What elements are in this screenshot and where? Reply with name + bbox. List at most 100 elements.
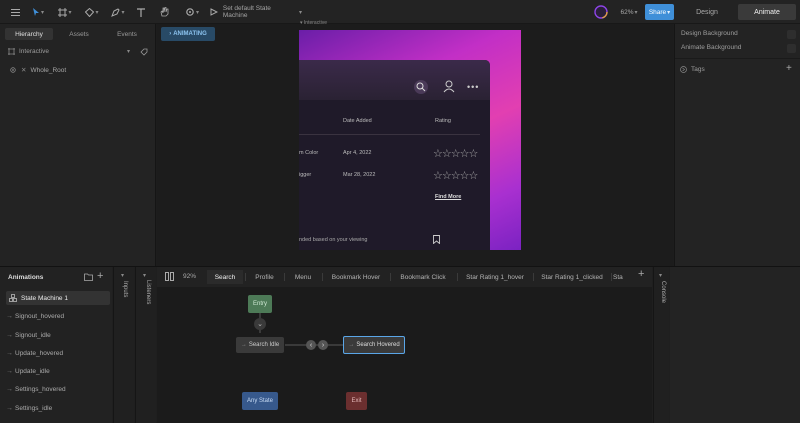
animation-item[interactable]: → Settings_idle	[6, 401, 110, 415]
canvas[interactable]: › ANIMATING ▾ Interactive ••• Date Added …	[157, 20, 673, 266]
root-row[interactable]: ✕ Whole_Root	[10, 66, 66, 74]
shape-tool-icon[interactable]: ▾	[84, 4, 100, 20]
tab-assets[interactable]: Assets	[56, 28, 102, 40]
animation-arrow-icon: →	[6, 404, 13, 412]
animations-title: Animations	[8, 274, 44, 281]
inputs-collapse-icon[interactable]: ▾	[121, 272, 124, 279]
animation-arrow-icon: →	[6, 331, 13, 339]
node-arrow-icon: →	[240, 342, 247, 348]
zoom-value: 62%	[620, 8, 634, 16]
animate-background-swatch[interactable]	[787, 44, 796, 53]
select-tool-icon[interactable]: ▾	[30, 4, 46, 20]
entry-node-label: Entry	[252, 301, 267, 307]
menu-icon[interactable]	[8, 4, 22, 20]
animation-arrow-icon: →	[6, 349, 13, 357]
artboard-dropdown-icon[interactable]: ▾	[127, 48, 130, 55]
exit-node[interactable]: Exit	[346, 392, 367, 410]
bookmark-icon[interactable]	[433, 235, 440, 244]
state-machine-icon	[9, 294, 17, 302]
mode-design-button[interactable]: Design	[682, 4, 732, 20]
entry-node[interactable]: Entry	[248, 295, 272, 313]
search-hovered-label: Search Hovered	[356, 342, 400, 348]
state-machine-selector[interactable]: Set default State Machine ▾	[210, 4, 302, 20]
animation-label: Update_idle	[15, 367, 50, 375]
animation-item[interactable]: → Update_hovered	[6, 346, 110, 360]
console-panel[interactable]: ▾ Console	[653, 267, 669, 423]
tag-icon[interactable]	[140, 48, 148, 56]
settings-icon[interactable]: ▾	[183, 4, 201, 20]
artboard-icon	[8, 48, 15, 55]
animation-item[interactable]: → Settings_hovered	[6, 382, 110, 396]
add-tag-icon[interactable]: +	[786, 63, 792, 74]
zoom-selector[interactable]: 62% ▾	[618, 4, 640, 20]
col-rating: Rating	[435, 118, 451, 124]
animation-label: Update_hovered	[15, 349, 64, 357]
search-idle-label: Search Idle	[248, 342, 280, 348]
hand-tool-icon[interactable]	[158, 4, 170, 20]
panel-divider	[675, 58, 800, 59]
console-collapse-icon[interactable]: ▾	[659, 272, 662, 279]
animation-item[interactable]: → Signout_idle	[6, 328, 110, 342]
more-icon[interactable]: •••	[467, 82, 479, 92]
transition-left-icon[interactable]: ‹	[306, 340, 316, 350]
find-more-link[interactable]: Find More	[435, 194, 461, 200]
tags-row[interactable]: Tags	[680, 66, 705, 73]
animate-background-label: Animate Background	[681, 44, 742, 51]
node-arrow-icon: →	[348, 342, 355, 348]
row2-name: igger	[299, 172, 312, 178]
play-icon[interactable]	[593, 4, 608, 20]
tab-assets-label: Assets	[69, 30, 89, 38]
frame-tool-icon[interactable]: ▾	[57, 4, 73, 20]
inputs-label: Inputs	[122, 281, 128, 298]
card-header	[299, 60, 490, 100]
profile-icon[interactable]	[443, 80, 455, 93]
transition-chevron-down-icon[interactable]: ⌄	[254, 318, 266, 330]
col-date-added: Date Added	[343, 118, 372, 124]
animation-item-state-machine[interactable]: State Machine 1	[6, 291, 110, 305]
visibility-icon[interactable]	[10, 67, 16, 73]
mode-animate-label: Animate	[754, 8, 780, 16]
design-background-swatch[interactable]	[787, 30, 796, 39]
animation-item[interactable]: → Signout_hovered	[6, 309, 110, 323]
mode-animate-button[interactable]: Animate	[738, 4, 796, 20]
artboard-title-label: Interactive	[303, 20, 327, 26]
listeners-collapse-icon[interactable]: ▾	[143, 272, 146, 279]
root-name: Whole_Root	[30, 66, 67, 74]
hierarchy-panel: Hierarchy Assets Events Interactive ▾ ✕ …	[0, 24, 156, 266]
row2-star-rating[interactable]: ☆☆☆☆☆	[433, 169, 478, 182]
tab-events-label: Events	[117, 30, 137, 38]
animation-arrow-icon: →	[6, 367, 13, 375]
tab-events[interactable]: Events	[104, 28, 150, 40]
animation-label: Signout_hovered	[15, 312, 65, 320]
bottom-right-panel	[670, 267, 800, 423]
state-graph[interactable]: 92% Search Profile Menu Bookmark Hover B…	[157, 267, 652, 423]
tab-hierarchy-label: Hierarchy	[15, 30, 43, 38]
listeners-panel[interactable]: ▾ Listeners	[135, 267, 156, 423]
animation-arrow-icon: →	[6, 385, 13, 393]
pen-tool-icon[interactable]: ▾	[110, 4, 126, 20]
share-button[interactable]: Share ▾	[645, 4, 674, 20]
exit-label: Exit	[351, 398, 362, 404]
add-animation-icon[interactable]: +	[97, 270, 103, 282]
any-state-label: Any State	[246, 398, 273, 404]
folder-icon[interactable]	[84, 273, 93, 281]
design-background-label: Design Background	[681, 30, 738, 37]
search-hovered-node[interactable]: → Search Hovered	[343, 336, 405, 354]
row1-star-rating[interactable]: ☆☆☆☆☆	[433, 147, 478, 160]
search-idle-node[interactable]: → Search Idle	[236, 337, 284, 353]
tags-expand-icon[interactable]	[680, 66, 687, 73]
inputs-panel[interactable]: ▾ Inputs	[113, 267, 134, 423]
text-tool-icon[interactable]	[135, 4, 147, 20]
artboard[interactable]: ••• Date Added Rating m Color Apr 4, 202…	[299, 30, 521, 250]
tags-label: Tags	[691, 66, 705, 73]
search-button[interactable]	[414, 80, 428, 94]
footer-text: nded based on your viewing	[299, 237, 368, 243]
transition-right-icon[interactable]: ›	[318, 340, 328, 350]
tab-hierarchy[interactable]: Hierarchy	[5, 28, 53, 40]
mode-design-label: Design	[696, 8, 718, 16]
animation-label: Signout_idle	[15, 331, 51, 339]
artboard-row[interactable]: Interactive	[8, 48, 49, 55]
any-state-node[interactable]: Any State	[242, 392, 278, 410]
animation-item[interactable]: → Update_idle	[6, 364, 110, 378]
search-icon	[416, 82, 426, 92]
